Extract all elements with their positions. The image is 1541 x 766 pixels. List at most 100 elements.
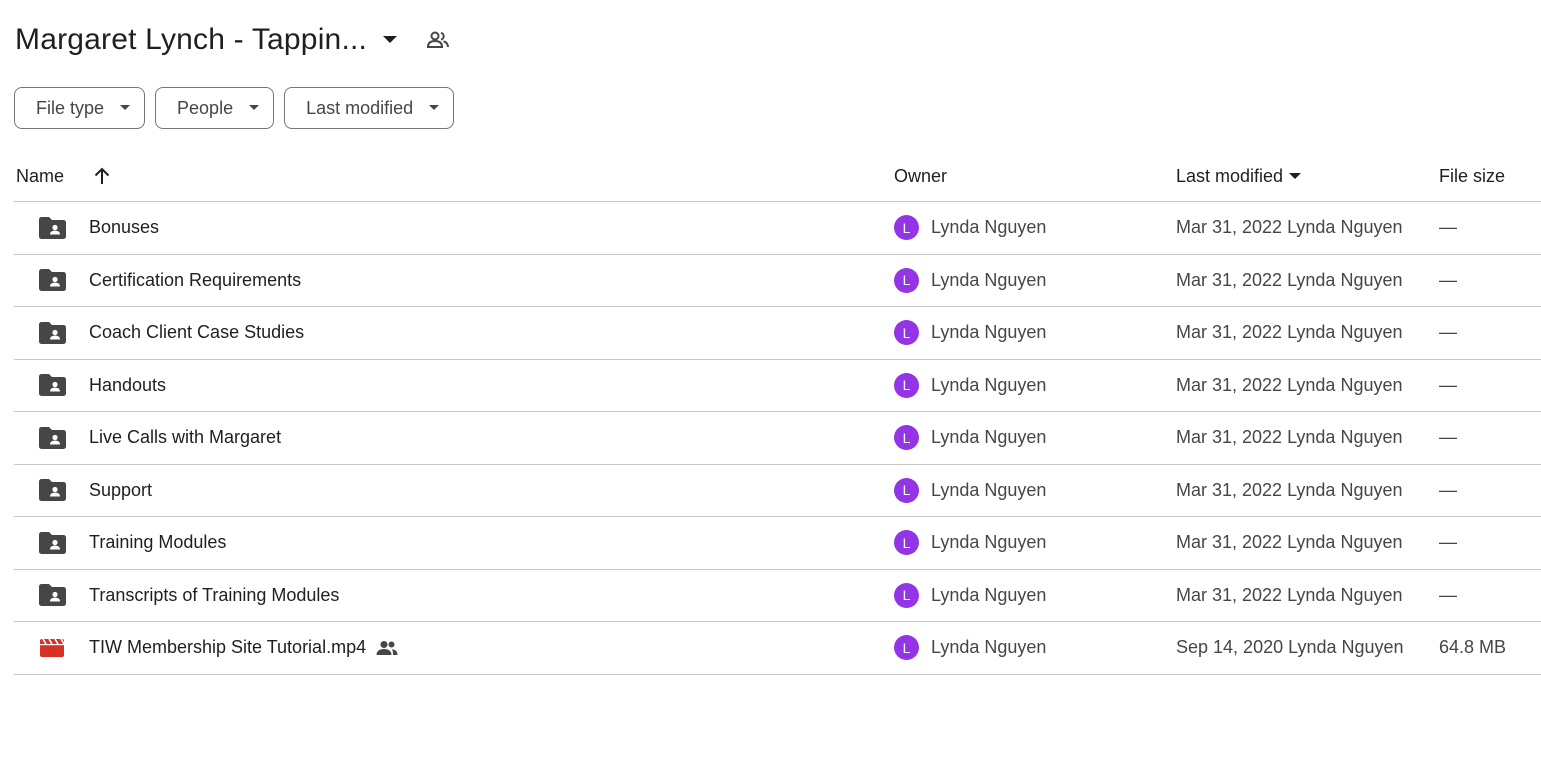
avatar[interactable]: L — [894, 582, 919, 608]
column-label: File size — [1439, 165, 1506, 186]
file-name-text: Bonuses — [89, 217, 160, 238]
avatar[interactable]: L — [894, 635, 919, 661]
shared-folder-icon — [38, 307, 66, 359]
table-body: Bonuses L Lynda Nguyen Mar 31, 2022 Lynda N… — [14, 202, 1541, 675]
caret-down-icon — [429, 105, 440, 111]
file-name-text: Transcripts of Training Modules — [89, 584, 340, 605]
file-size-cell: — — [1439, 427, 1457, 448]
page-header: Margaret Lynch - Tappin... — [15, 18, 451, 62]
shared-folder-icon — [38, 570, 66, 622]
owner-cell: L Lynda Nguyen — [894, 622, 1046, 674]
last-modified-cell: Sep 14, 2020 Lynda Nguyen — [1176, 637, 1404, 658]
owner-name: Lynda Nguyen — [931, 217, 1047, 238]
column-label: Name — [16, 165, 65, 186]
avatar[interactable]: L — [894, 425, 919, 451]
people-icon — [425, 27, 451, 53]
file-name-text: Support — [89, 479, 153, 500]
avatar[interactable]: L — [894, 372, 919, 398]
shared-folder-icon — [38, 360, 66, 412]
last-modified-cell: Mar 31, 2022 Lynda Nguyen — [1176, 217, 1403, 238]
caret-down-icon — [1289, 172, 1302, 180]
file-name[interactable]: Bonuses — [89, 202, 159, 254]
owner-name: Lynda Nguyen — [931, 532, 1047, 553]
owner-name: Lynda Nguyen — [931, 427, 1047, 448]
table-row[interactable]: TIW Membership Site Tutorial.mp4 L Lynda N… — [14, 622, 1541, 675]
table-row[interactable]: Transcripts of Training Modules L Lynda Ng… — [14, 570, 1541, 622]
file-name[interactable]: Training Modules — [89, 517, 226, 569]
table-row[interactable]: Coach Client Case Studies L Lynda Nguyen Ma… — [14, 307, 1541, 360]
file-name[interactable]: Support — [89, 465, 152, 517]
table-header: Name Owner Last modified File size — [14, 150, 1541, 202]
owner-cell: L Lynda Nguyen — [894, 570, 1046, 622]
last-modified-cell: Mar 31, 2022 Lynda Nguyen — [1176, 427, 1403, 448]
file-name[interactable]: TIW Membership Site Tutorial.mp4 — [89, 622, 398, 674]
file-name-text: TIW Membership Site Tutorial.mp4 — [89, 637, 367, 658]
owner-column-header[interactable]: Owner — [894, 150, 947, 202]
filter-label: People — [177, 97, 234, 118]
last-modified-cell: Mar 31, 2022 Lynda Nguyen — [1176, 584, 1403, 605]
file-list: Name Owner Last modified File size Bonus… — [14, 150, 1541, 675]
file-size-cell: — — [1439, 217, 1457, 238]
last-modified-cell: Mar 31, 2022 Lynda Nguyen — [1176, 269, 1403, 290]
file-name[interactable]: Handouts — [89, 360, 166, 412]
filter-label: Last modified — [306, 97, 414, 118]
file-name-text: Training Modules — [89, 532, 227, 553]
caret-down-icon — [120, 105, 131, 111]
filter-bar: File type People Last modified — [14, 87, 455, 129]
file-name[interactable]: Certification Requirements — [89, 255, 301, 307]
owner-cell: L Lynda Nguyen — [894, 412, 1046, 464]
file-size-cell: — — [1439, 374, 1457, 395]
file-size-cell: — — [1439, 584, 1457, 605]
shared-folder-icon — [38, 412, 66, 464]
shared-folder-icon — [38, 202, 66, 254]
file-name[interactable]: Coach Client Case Studies — [89, 307, 304, 359]
file-size-cell: — — [1439, 532, 1457, 553]
last-modified-cell: Mar 31, 2022 Lynda Nguyen — [1176, 322, 1403, 343]
owner-cell: L Lynda Nguyen — [894, 465, 1046, 517]
caret-down-icon[interactable] — [377, 27, 403, 53]
video-file-icon — [38, 622, 66, 674]
table-row[interactable]: Training Modules L Lynda Nguyen Mar 31, 202… — [14, 517, 1541, 570]
people-icon — [376, 640, 398, 656]
shared-folder-icon — [38, 465, 66, 517]
name-column-header[interactable]: Name — [16, 150, 110, 202]
caret-down-icon — [249, 105, 260, 111]
file-name-text: Handouts — [89, 374, 167, 395]
shared-folder-icon — [38, 255, 66, 307]
avatar[interactable]: L — [894, 320, 919, 346]
owner-name: Lynda Nguyen — [931, 269, 1047, 290]
table-row[interactable]: Certification Requirements L Lynda Nguyen M… — [14, 255, 1541, 307]
file-name-text: Live Calls with Margaret — [89, 427, 282, 448]
shared-folder-icon — [38, 517, 66, 569]
table-row[interactable]: Live Calls with Margaret L Lynda Nguyen Mar… — [14, 412, 1541, 465]
file-type-filter[interactable]: File type — [14, 87, 146, 129]
owner-cell: L Lynda Nguyen — [894, 255, 1046, 307]
table-row[interactable]: Support L Lynda Nguyen Mar 31, 2022 Lynda N… — [14, 465, 1541, 517]
table-row[interactable]: Bonuses L Lynda Nguyen Mar 31, 2022 Lynda N… — [14, 202, 1541, 255]
owner-name: Lynda Nguyen — [931, 637, 1047, 658]
owner-name: Lynda Nguyen — [931, 374, 1047, 395]
last-modified-filter[interactable]: Last modified — [284, 87, 455, 129]
column-label: Last modified — [1176, 165, 1284, 186]
table-row[interactable]: Handouts L Lynda Nguyen Mar 31, 2022 Lynda … — [14, 360, 1541, 412]
last-modified-cell: Mar 31, 2022 Lynda Nguyen — [1176, 479, 1403, 500]
file-name-text: Certification Requirements — [89, 269, 302, 290]
arrow-up-icon[interactable] — [94, 167, 110, 185]
avatar[interactable]: L — [894, 267, 919, 293]
file-name[interactable]: Live Calls with Margaret — [89, 412, 281, 464]
folder-title[interactable]: Margaret Lynch - Tappin... — [15, 23, 367, 57]
file-size-column-header[interactable]: File size — [1439, 150, 1505, 202]
owner-cell: L Lynda Nguyen — [894, 517, 1046, 569]
file-size-cell: — — [1439, 322, 1457, 343]
last-modified-cell: Mar 31, 2022 Lynda Nguyen — [1176, 374, 1403, 395]
file-name[interactable]: Transcripts of Training Modules — [89, 570, 339, 622]
file-size-cell: 64.8 MB — [1439, 637, 1507, 658]
avatar[interactable]: L — [894, 477, 919, 503]
owner-name: Lynda Nguyen — [931, 479, 1047, 500]
owner-cell: L Lynda Nguyen — [894, 202, 1046, 254]
owner-name: Lynda Nguyen — [931, 584, 1047, 605]
people-filter[interactable]: People — [155, 87, 275, 129]
avatar[interactable]: L — [894, 530, 919, 556]
avatar[interactable]: L — [894, 215, 919, 241]
last-modified-column-header[interactable]: Last modified — [1176, 150, 1302, 202]
